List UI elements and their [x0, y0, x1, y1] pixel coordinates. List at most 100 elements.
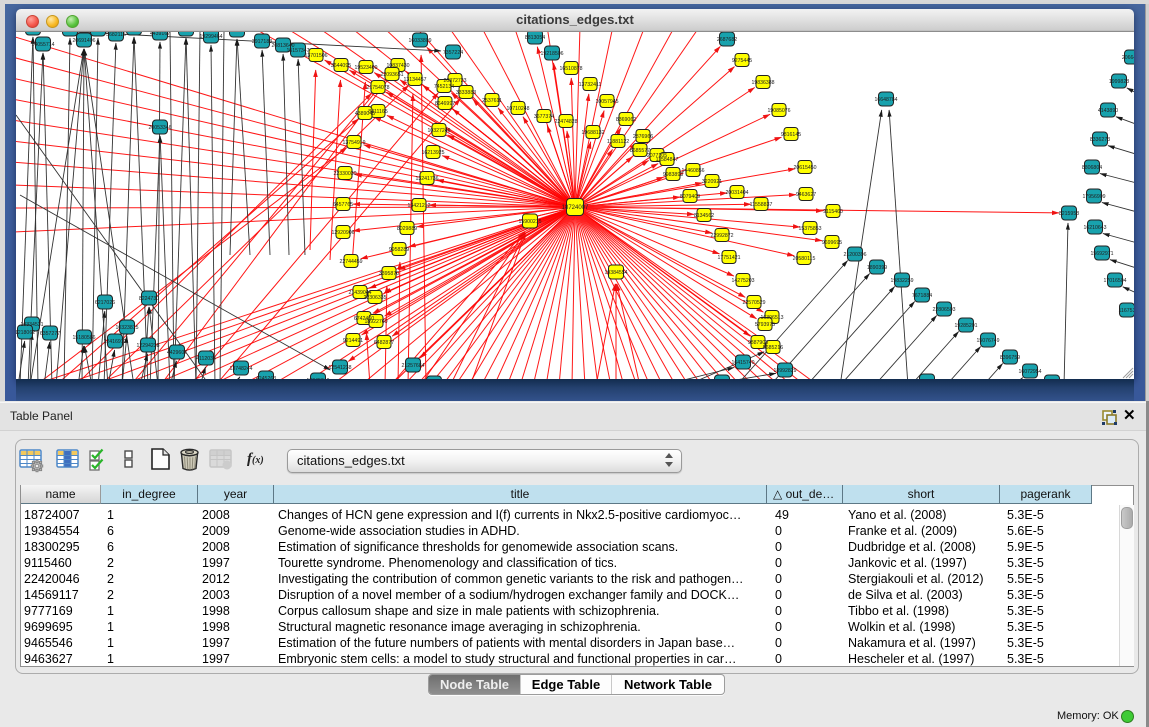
- svg-text:19384554: 19384554: [604, 270, 627, 276]
- svg-text:22474828: 22474828: [554, 119, 577, 125]
- svg-text:8646997: 8646997: [435, 101, 455, 107]
- svg-text:10710248: 10710248: [506, 106, 529, 112]
- svg-text:8215958: 8215958: [1059, 211, 1079, 217]
- svg-text:9983893: 9983893: [663, 172, 683, 178]
- svg-text:8369062: 8369062: [616, 117, 636, 123]
- svg-text:19299464: 19299464: [199, 34, 222, 40]
- svg-text:3677374: 3677374: [534, 114, 554, 120]
- svg-text:16072954: 16072954: [1018, 369, 1041, 375]
- svg-text:9699695: 9699695: [822, 240, 842, 246]
- svg-text:12541238: 12541238: [328, 365, 351, 371]
- svg-text:6357277: 6357277: [40, 331, 60, 337]
- svg-text:4389045: 4389045: [355, 111, 375, 117]
- svg-text:19218506: 19218506: [540, 51, 563, 57]
- svg-text:10327246: 10327246: [427, 128, 450, 134]
- svg-text:3395870: 3395870: [379, 271, 399, 277]
- svg-text:22306335: 22306335: [363, 295, 386, 301]
- svg-text:16033809: 16033809: [408, 38, 431, 44]
- svg-text:14055714: 14055714: [31, 42, 54, 48]
- svg-text:13701506: 13701506: [304, 53, 327, 59]
- svg-text:3644095: 3644095: [331, 63, 351, 69]
- svg-text:18724007: 18724007: [562, 205, 589, 211]
- svg-text:11558837: 11558837: [750, 202, 773, 208]
- svg-text:15900215: 15900215: [518, 219, 541, 225]
- svg-text:15692971: 15692971: [1090, 251, 1113, 257]
- svg-text:19523409: 19523409: [354, 65, 377, 71]
- svg-text:7357224: 7357224: [443, 50, 463, 56]
- svg-text:21754078: 21754078: [366, 85, 389, 91]
- svg-text:3333883: 3333883: [456, 90, 476, 96]
- svg-text:16648784: 16648784: [874, 97, 897, 103]
- svg-text:8079409: 8079409: [680, 194, 700, 200]
- svg-text:17751421: 17751421: [717, 255, 740, 261]
- svg-text:15076749: 15076749: [976, 338, 999, 344]
- svg-text:20615450: 20615450: [793, 165, 816, 171]
- svg-text:15180586: 15180586: [72, 335, 95, 341]
- svg-text:1218062: 1218062: [16, 330, 35, 336]
- svg-text:9275445: 9275445: [732, 58, 752, 64]
- svg-text:14460856: 14460856: [681, 168, 704, 174]
- svg-text:10057945: 10057945: [595, 99, 618, 105]
- svg-text:10323815: 10323815: [115, 325, 138, 331]
- svg-text:8396759: 8396759: [1000, 355, 1020, 361]
- svg-text:9958289: 9958289: [389, 247, 409, 253]
- svg-text:10837430: 10837430: [386, 63, 409, 69]
- svg-text:5793975: 5793975: [755, 322, 775, 328]
- svg-text:8336273: 8336273: [1090, 137, 1110, 143]
- svg-text:5685216: 5685216: [763, 345, 783, 351]
- svg-text:2687682: 2687682: [717, 37, 737, 43]
- svg-text:12294238: 12294238: [136, 343, 159, 349]
- svg-text:19836388: 19836388: [751, 80, 774, 86]
- svg-text:22992872: 22992872: [710, 233, 733, 239]
- svg-text:9463627: 9463627: [796, 192, 816, 198]
- svg-text:22093651: 22093651: [380, 72, 403, 78]
- svg-text:14275203: 14275203: [731, 278, 754, 284]
- svg-text:16510878: 16510878: [559, 66, 582, 72]
- svg-text:19832259: 19832259: [890, 278, 913, 284]
- svg-text:12920906: 12920906: [331, 230, 354, 236]
- svg-text:17016504: 17016504: [1103, 278, 1126, 284]
- svg-text:4112034: 4112034: [196, 356, 216, 362]
- svg-text:6457765: 6457765: [333, 202, 353, 208]
- svg-text:12416912: 12416912: [103, 339, 126, 345]
- svg-text:22806503: 22806503: [932, 307, 955, 313]
- svg-text:21200396: 21200396: [843, 252, 866, 258]
- svg-text:16396513: 16396513: [760, 315, 783, 321]
- svg-text:19285201: 19285201: [954, 323, 977, 329]
- svg-text:10334531: 10334531: [20, 322, 43, 328]
- svg-text:8134562: 8134562: [694, 213, 714, 219]
- svg-text:1999828: 1999828: [1109, 79, 1129, 85]
- svg-text:13754919: 13754919: [342, 140, 365, 146]
- svg-text:116753: 116753: [1119, 308, 1134, 314]
- svg-text:8224730: 8224730: [139, 296, 159, 302]
- svg-text:4429607: 4429607: [167, 350, 187, 356]
- svg-text:20580115: 20580115: [793, 256, 816, 262]
- svg-text:15375853: 15375853: [798, 226, 821, 232]
- svg-text:8029889: 8029889: [397, 226, 417, 232]
- svg-text:11584847: 11584847: [656, 157, 679, 163]
- svg-text:16213925: 16213925: [421, 150, 444, 156]
- svg-text:16415740: 16415740: [731, 360, 754, 366]
- svg-text:13732411: 13732411: [579, 82, 602, 88]
- svg-text:22744459: 22744459: [339, 259, 362, 265]
- svg-text:21257684: 21257684: [401, 363, 424, 369]
- svg-text:4143890: 4143890: [1098, 108, 1118, 114]
- svg-text:2537611: 2537611: [482, 98, 502, 104]
- svg-text:20053346: 20053346: [148, 125, 171, 131]
- svg-text:13134457: 13134457: [403, 77, 426, 83]
- svg-text:2066449: 2066449: [1122, 55, 1134, 61]
- svg-text:2876966: 2876966: [633, 134, 653, 140]
- svg-text:18922760: 18922760: [364, 319, 387, 325]
- svg-text:7671884: 7671884: [912, 293, 932, 299]
- svg-text:20031404: 20031404: [725, 190, 748, 196]
- svg-text:13421212: 13421212: [407, 203, 430, 209]
- svg-text:22330030: 22330030: [333, 171, 356, 177]
- svg-text:9214491: 9214491: [343, 338, 363, 344]
- svg-text:5682115: 5682115: [106, 32, 126, 38]
- svg-text:9115460: 9115460: [823, 209, 843, 215]
- svg-text:6217026: 6217026: [95, 300, 115, 306]
- svg-text:3220921: 3220921: [702, 179, 722, 185]
- svg-text:16210643: 16210643: [1083, 225, 1106, 231]
- svg-text:13748244: 13748244: [229, 366, 252, 372]
- svg-text:8806804: 8806804: [1082, 165, 1102, 171]
